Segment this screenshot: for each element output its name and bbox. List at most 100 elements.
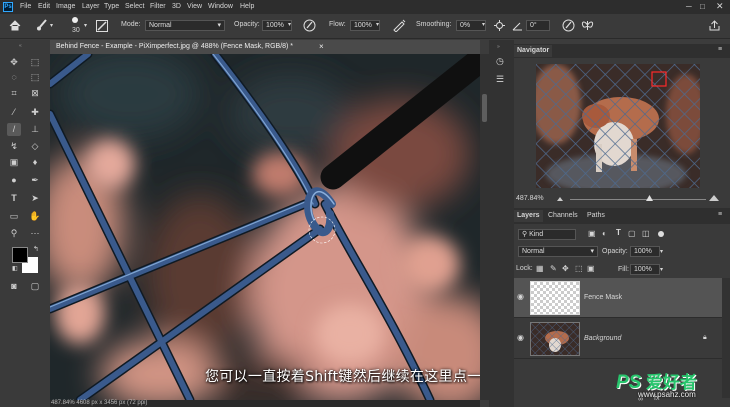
eyedropper-tool-icon[interactable]: ⁄ <box>7 106 21 119</box>
brush-tool-icon[interactable] <box>36 19 48 31</box>
zoom-in-icon[interactable] <box>708 193 722 202</box>
menu-edit[interactable]: Edit <box>38 3 50 10</box>
artboard-tool-icon[interactable]: ⬚ <box>28 56 42 69</box>
path-selection-tool-icon[interactable]: ➤ <box>28 192 42 205</box>
default-colors-icon[interactable]: ◧ <box>12 265 18 272</box>
symmetry-butterfly-icon[interactable] <box>581 19 594 32</box>
healing-brush-tool-icon[interactable]: ✚ <box>28 106 42 119</box>
menu-image[interactable]: Image <box>56 3 75 10</box>
filter-shape-icon[interactable]: ▢ <box>628 229 636 238</box>
pressure-opacity-icon[interactable] <box>303 19 316 32</box>
tool-preset-dropdown-icon[interactable]: ▾ <box>50 22 53 29</box>
collapse-icon[interactable]: » <box>497 44 500 50</box>
filter-toggle-icon[interactable] <box>658 231 664 237</box>
blend-mode-select[interactable]: Normal ▾ <box>518 246 598 257</box>
swap-colors-icon[interactable]: ↰ <box>33 245 39 253</box>
menu-view[interactable]: View <box>187 3 202 10</box>
canvas[interactable] <box>50 54 480 400</box>
lasso-tool-icon[interactable]: ◌ <box>7 71 21 84</box>
tab-layers[interactable]: Layers <box>514 210 543 222</box>
zoom-out-icon[interactable] <box>556 194 568 202</box>
tools-collapse-icon[interactable]: « <box>19 43 22 49</box>
fill-field[interactable]: 100% <box>630 264 660 275</box>
zoom-slider[interactable] <box>570 199 706 200</box>
visibility-eye-icon[interactable]: ◉ <box>517 292 524 301</box>
menu-type[interactable]: Type <box>104 3 119 10</box>
blur-tool-icon[interactable]: ♦ <box>28 156 42 169</box>
navigator-thumbnail[interactable] <box>536 64 700 188</box>
quick-mask-icon[interactable]: ◙ <box>7 280 21 293</box>
document-tab[interactable]: Behind Fence - Example - PiXimperfect.jp… <box>50 40 480 54</box>
properties-panel-icon[interactable]: ☰ <box>496 74 504 85</box>
move-tool-icon[interactable]: ✥ <box>7 56 21 69</box>
layer-row[interactable]: ◉ Background 🔒︎ <box>514 319 722 359</box>
menu-help[interactable]: Help <box>240 3 254 10</box>
filter-smart-object-icon[interactable]: ◫ <box>642 229 650 238</box>
brush-picker-dropdown-icon[interactable]: ▾ <box>84 22 87 29</box>
clone-stamp-tool-icon[interactable]: ⊥ <box>28 123 42 136</box>
lock-image-icon[interactable]: ✎ <box>550 264 557 273</box>
type-tool-icon[interactable]: T <box>7 192 21 205</box>
eraser-tool-icon[interactable]: ◇ <box>28 140 42 153</box>
layers-scrollbar[interactable] <box>722 278 730 398</box>
dodge-tool-icon[interactable]: ● <box>7 174 21 187</box>
menu-file[interactable]: File <box>20 3 31 10</box>
lock-all-icon[interactable]: ▣ <box>587 264 595 273</box>
chevron-down-icon[interactable]: ▾ <box>660 248 663 255</box>
hand-tool-icon[interactable]: ✋ <box>28 210 42 223</box>
minimize-icon[interactable]: ─ <box>686 2 692 11</box>
tab-channels[interactable]: Channels <box>545 210 581 222</box>
menu-filter[interactable]: Filter <box>150 3 166 10</box>
rectangle-tool-icon[interactable]: ▭ <box>7 210 21 223</box>
menu-window[interactable]: Window <box>208 3 233 10</box>
foreground-color-swatch[interactable] <box>12 247 28 263</box>
navigator-tab[interactable]: Navigator <box>514 45 553 57</box>
filter-type-icon[interactable]: T <box>616 228 621 237</box>
canvas-vertical-scrollbar[interactable] <box>480 54 489 400</box>
brush-angle-field[interactable]: 0° <box>526 20 550 31</box>
layer-opacity-field[interactable]: 100% <box>630 246 660 257</box>
zoom-tool-icon[interactable]: ⚲ <box>7 227 21 240</box>
pen-tool-icon[interactable]: ✒ <box>28 174 42 187</box>
object-selection-tool-icon[interactable]: ⬚ <box>28 71 42 84</box>
scrollbar-thumb[interactable] <box>482 94 487 122</box>
layer-filter-select[interactable]: ⚲ Kind <box>518 229 576 240</box>
gradient-tool-icon[interactable]: ▣ <box>7 156 21 169</box>
filter-pixel-icon[interactable]: ▣ <box>588 229 596 238</box>
airbrush-icon[interactable] <box>392 19 406 32</box>
maximize-icon[interactable]: □ <box>700 2 705 11</box>
brush-settings-icon[interactable] <box>96 20 108 32</box>
layer-row[interactable]: ◉ Fence Mask <box>514 278 722 318</box>
share-icon[interactable] <box>709 20 720 31</box>
history-brush-tool-icon[interactable]: ↯ <box>7 140 21 153</box>
menu-layer[interactable]: Layer <box>82 3 100 10</box>
layer-name[interactable]: Fence Mask <box>584 294 622 301</box>
panel-menu-icon[interactable]: ≡ <box>718 211 722 218</box>
menu-3d[interactable]: 3D <box>172 3 181 10</box>
lock-transparent-icon[interactable]: ▦ <box>536 264 544 273</box>
smoothing-options-icon[interactable] <box>494 20 505 31</box>
brush-tip-preview-icon[interactable] <box>72 17 78 23</box>
filter-adjustment-icon[interactable]: ◐ <box>602 229 607 238</box>
lock-artboard-icon[interactable]: ⬚ <box>575 264 583 273</box>
panel-menu-icon[interactable]: ≡ <box>718 46 722 53</box>
frame-tool-icon[interactable]: ⊠ <box>28 87 42 100</box>
zoom-slider-handle[interactable] <box>646 195 653 201</box>
crop-tool-icon[interactable]: ⌗ <box>7 87 21 100</box>
edit-toolbar-icon[interactable]: ⋯ <box>28 227 42 240</box>
brush-tool-icon[interactable]: / <box>7 123 21 136</box>
menu-select[interactable]: Select <box>125 3 144 10</box>
layer-name[interactable]: Background <box>584 335 621 342</box>
chevron-down-icon[interactable]: ▾ <box>660 266 663 273</box>
screen-mode-icon[interactable]: ▢ <box>28 280 42 293</box>
close-document-icon[interactable]: × <box>319 40 324 54</box>
lock-position-icon[interactable]: ✥ <box>562 264 569 273</box>
lock-icon[interactable]: 🔒︎ <box>703 334 707 342</box>
chevron-down-icon[interactable]: ▾ <box>288 21 291 28</box>
navigator-zoom-value[interactable]: 487.84% <box>516 195 544 202</box>
chevron-down-icon[interactable]: ▾ <box>482 21 485 28</box>
home-icon[interactable] <box>9 20 21 31</box>
chevron-down-icon[interactable]: ▾ <box>376 21 379 28</box>
visibility-eye-icon[interactable]: ◉ <box>517 333 524 342</box>
window-close-icon[interactable]: ✕ <box>716 1 724 12</box>
